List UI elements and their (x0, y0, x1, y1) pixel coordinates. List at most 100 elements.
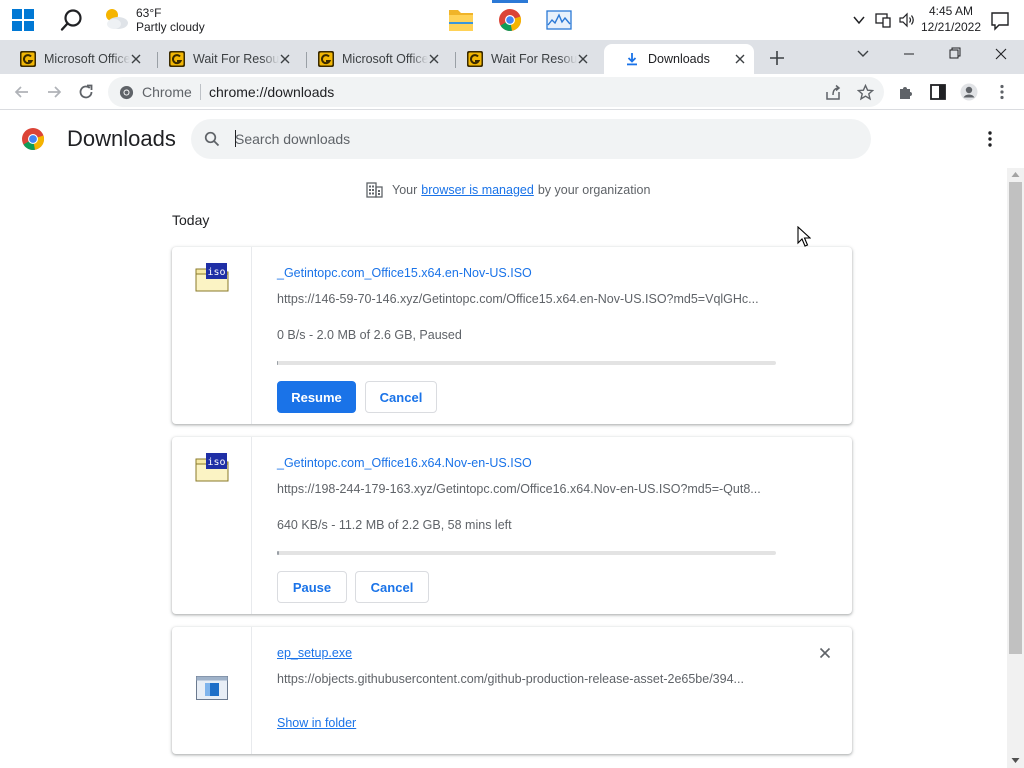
new-tab-plus-icon[interactable] (767, 48, 787, 68)
cancel-button[interactable]: Cancel (365, 381, 437, 413)
more-actions-icon[interactable] (982, 130, 998, 148)
profile-avatar-icon[interactable] (960, 83, 978, 101)
page-scrollbar[interactable] (1007, 168, 1024, 768)
date-heading: Today (172, 212, 210, 228)
iso-file-icon: iso (195, 453, 229, 482)
tab-title: Wait For Resource (193, 52, 279, 66)
tab-wait-for-resource-2[interactable]: Wait For Resource (447, 44, 597, 74)
clock-time: 4:45 AM (928, 4, 974, 18)
download-source-url[interactable]: https://146-59-70-146.xyz/Getintopc.com/… (277, 292, 777, 306)
minimize-button[interactable] (886, 40, 932, 70)
restore-button[interactable] (932, 40, 978, 70)
show-hidden-icons-chevron-icon[interactable] (852, 13, 866, 27)
iso-file-icon: iso (195, 263, 229, 292)
download-icon (627, 53, 637, 66)
folder-icon (449, 10, 473, 31)
bookmark-star-icon[interactable] (857, 84, 874, 101)
tab-close-icon[interactable] (428, 53, 440, 65)
svg-text:iso: iso (207, 457, 225, 468)
search-icon (204, 131, 220, 147)
show-in-folder-link[interactable]: Show in folder (277, 716, 356, 730)
download-status-text: 0 B/s - 2.0 MB of 2.6 GB, Paused (277, 328, 462, 342)
chrome-icon (499, 9, 522, 31)
download-file-name-link[interactable]: ep_setup.exe (277, 646, 352, 660)
taskbar-clock[interactable]: 4:45 AM 12/21/2022 (920, 3, 982, 35)
browser-toolbar: Chrome chrome://downloads (0, 74, 1024, 110)
downloads-header: Downloads (0, 110, 1024, 166)
managed-notice-suffix: by your organization (537, 183, 651, 197)
scroll-down-arrow-icon[interactable] (1011, 756, 1020, 765)
scroll-up-arrow-icon[interactable] (1011, 170, 1020, 179)
clock-date: 12/21/2022 (920, 20, 982, 34)
download-item: iso _Getintopc.com_Office16.x64.Nov-en-U… (172, 437, 852, 614)
tab-close-icon[interactable] (279, 53, 291, 65)
network-icon[interactable] (874, 11, 892, 29)
file-icon-column: iso (172, 247, 252, 424)
remove-from-list-close-icon[interactable] (819, 647, 831, 659)
task-manager-taskbar-button[interactable] (541, 0, 577, 40)
tab-microsoft-office-1[interactable]: Microsoft Office (0, 44, 150, 74)
tab-wait-for-resource-1[interactable]: Wait For Resource (149, 44, 299, 74)
chrome-taskbar-button[interactable] (492, 0, 528, 40)
tab-title: Downloads (648, 52, 710, 66)
exe-file-icon (196, 676, 228, 700)
volume-icon[interactable] (898, 11, 916, 29)
svg-text:iso: iso (207, 267, 225, 278)
omnibox-url[interactable]: chrome://downloads (209, 84, 334, 100)
tab-close-icon[interactable] (734, 53, 746, 65)
page-title: Downloads (67, 126, 176, 151)
back-arrow-icon[interactable] (13, 83, 31, 101)
forward-arrow-icon[interactable] (45, 83, 63, 101)
windows-start-icon[interactable] (12, 9, 34, 31)
tab-downloads[interactable]: Downloads (604, 44, 754, 74)
tab-title: Microsoft Office (342, 52, 428, 66)
chrome-logo-icon (22, 128, 45, 150)
chevron-down-icon (857, 50, 869, 57)
download-status-text: 640 KB/s - 11.2 MB of 2.2 GB, 58 mins le… (277, 518, 512, 532)
file-explorer-taskbar-button[interactable] (443, 0, 479, 40)
notifications-icon[interactable] (990, 11, 1010, 31)
download-source-url[interactable]: https://198-244-179-163.xyz/Getintopc.co… (277, 482, 777, 496)
task-manager-icon (546, 10, 572, 30)
tab-title: Microsoft Office (44, 52, 130, 66)
file-icon-column: iso (172, 437, 252, 614)
weather-temperature: 63°F (136, 6, 162, 20)
side-panel-icon[interactable] (929, 83, 947, 101)
download-item: ep_setup.exe https://objects.githubuserc… (172, 627, 852, 754)
mouse-cursor-icon (797, 226, 811, 247)
omnibox-divider (200, 84, 201, 100)
minimize-icon (904, 53, 914, 55)
browser-managed-link[interactable]: browser is managed (421, 183, 534, 197)
windows-taskbar: 63°F Partly cloudy 4:45 AM 12/21/2022 (0, 0, 1024, 40)
omnibox-scheme-label: Chrome (142, 84, 192, 100)
partly-cloudy-icon (106, 9, 128, 29)
tab-search-button[interactable] (840, 40, 886, 70)
browser-menu-icon[interactable] (993, 83, 1011, 101)
download-source-url[interactable]: https://objects.githubusercontent.com/gi… (277, 672, 777, 686)
tab-microsoft-office-2[interactable]: Microsoft Office (298, 44, 448, 74)
weather-condition: Partly cloudy (136, 20, 205, 34)
scrollbar-thumb[interactable] (1009, 182, 1022, 654)
download-file-name-link[interactable]: _Getintopc.com_Office16.x64.Nov-en-US.IS… (277, 456, 532, 470)
download-file-name-link[interactable]: _Getintopc.com_Office15.x64.en-Nov-US.IS… (277, 266, 532, 280)
resume-button[interactable]: Resume (277, 381, 356, 413)
file-icon-column (172, 627, 252, 754)
search-downloads-box[interactable] (191, 119, 871, 159)
taskbar-search-icon[interactable] (60, 8, 84, 32)
tab-close-icon[interactable] (577, 53, 589, 65)
reload-icon[interactable] (77, 83, 95, 101)
getintopc-favicon-icon (20, 51, 36, 67)
getintopc-favicon-icon (467, 51, 483, 67)
pause-button[interactable]: Pause (277, 571, 347, 603)
cancel-button[interactable]: Cancel (355, 571, 429, 603)
close-icon (995, 48, 1007, 60)
download-progress-fill (277, 551, 280, 555)
search-downloads-input[interactable] (235, 129, 835, 149)
chrome-site-icon (119, 85, 134, 100)
address-bar[interactable]: Chrome chrome://downloads (108, 77, 884, 107)
close-window-button[interactable] (978, 40, 1024, 70)
extensions-puzzle-icon[interactable] (897, 83, 915, 101)
share-icon[interactable] (824, 84, 842, 102)
tab-close-icon[interactable] (130, 53, 142, 65)
weather-widget[interactable]: 63°F Partly cloudy (102, 5, 212, 35)
